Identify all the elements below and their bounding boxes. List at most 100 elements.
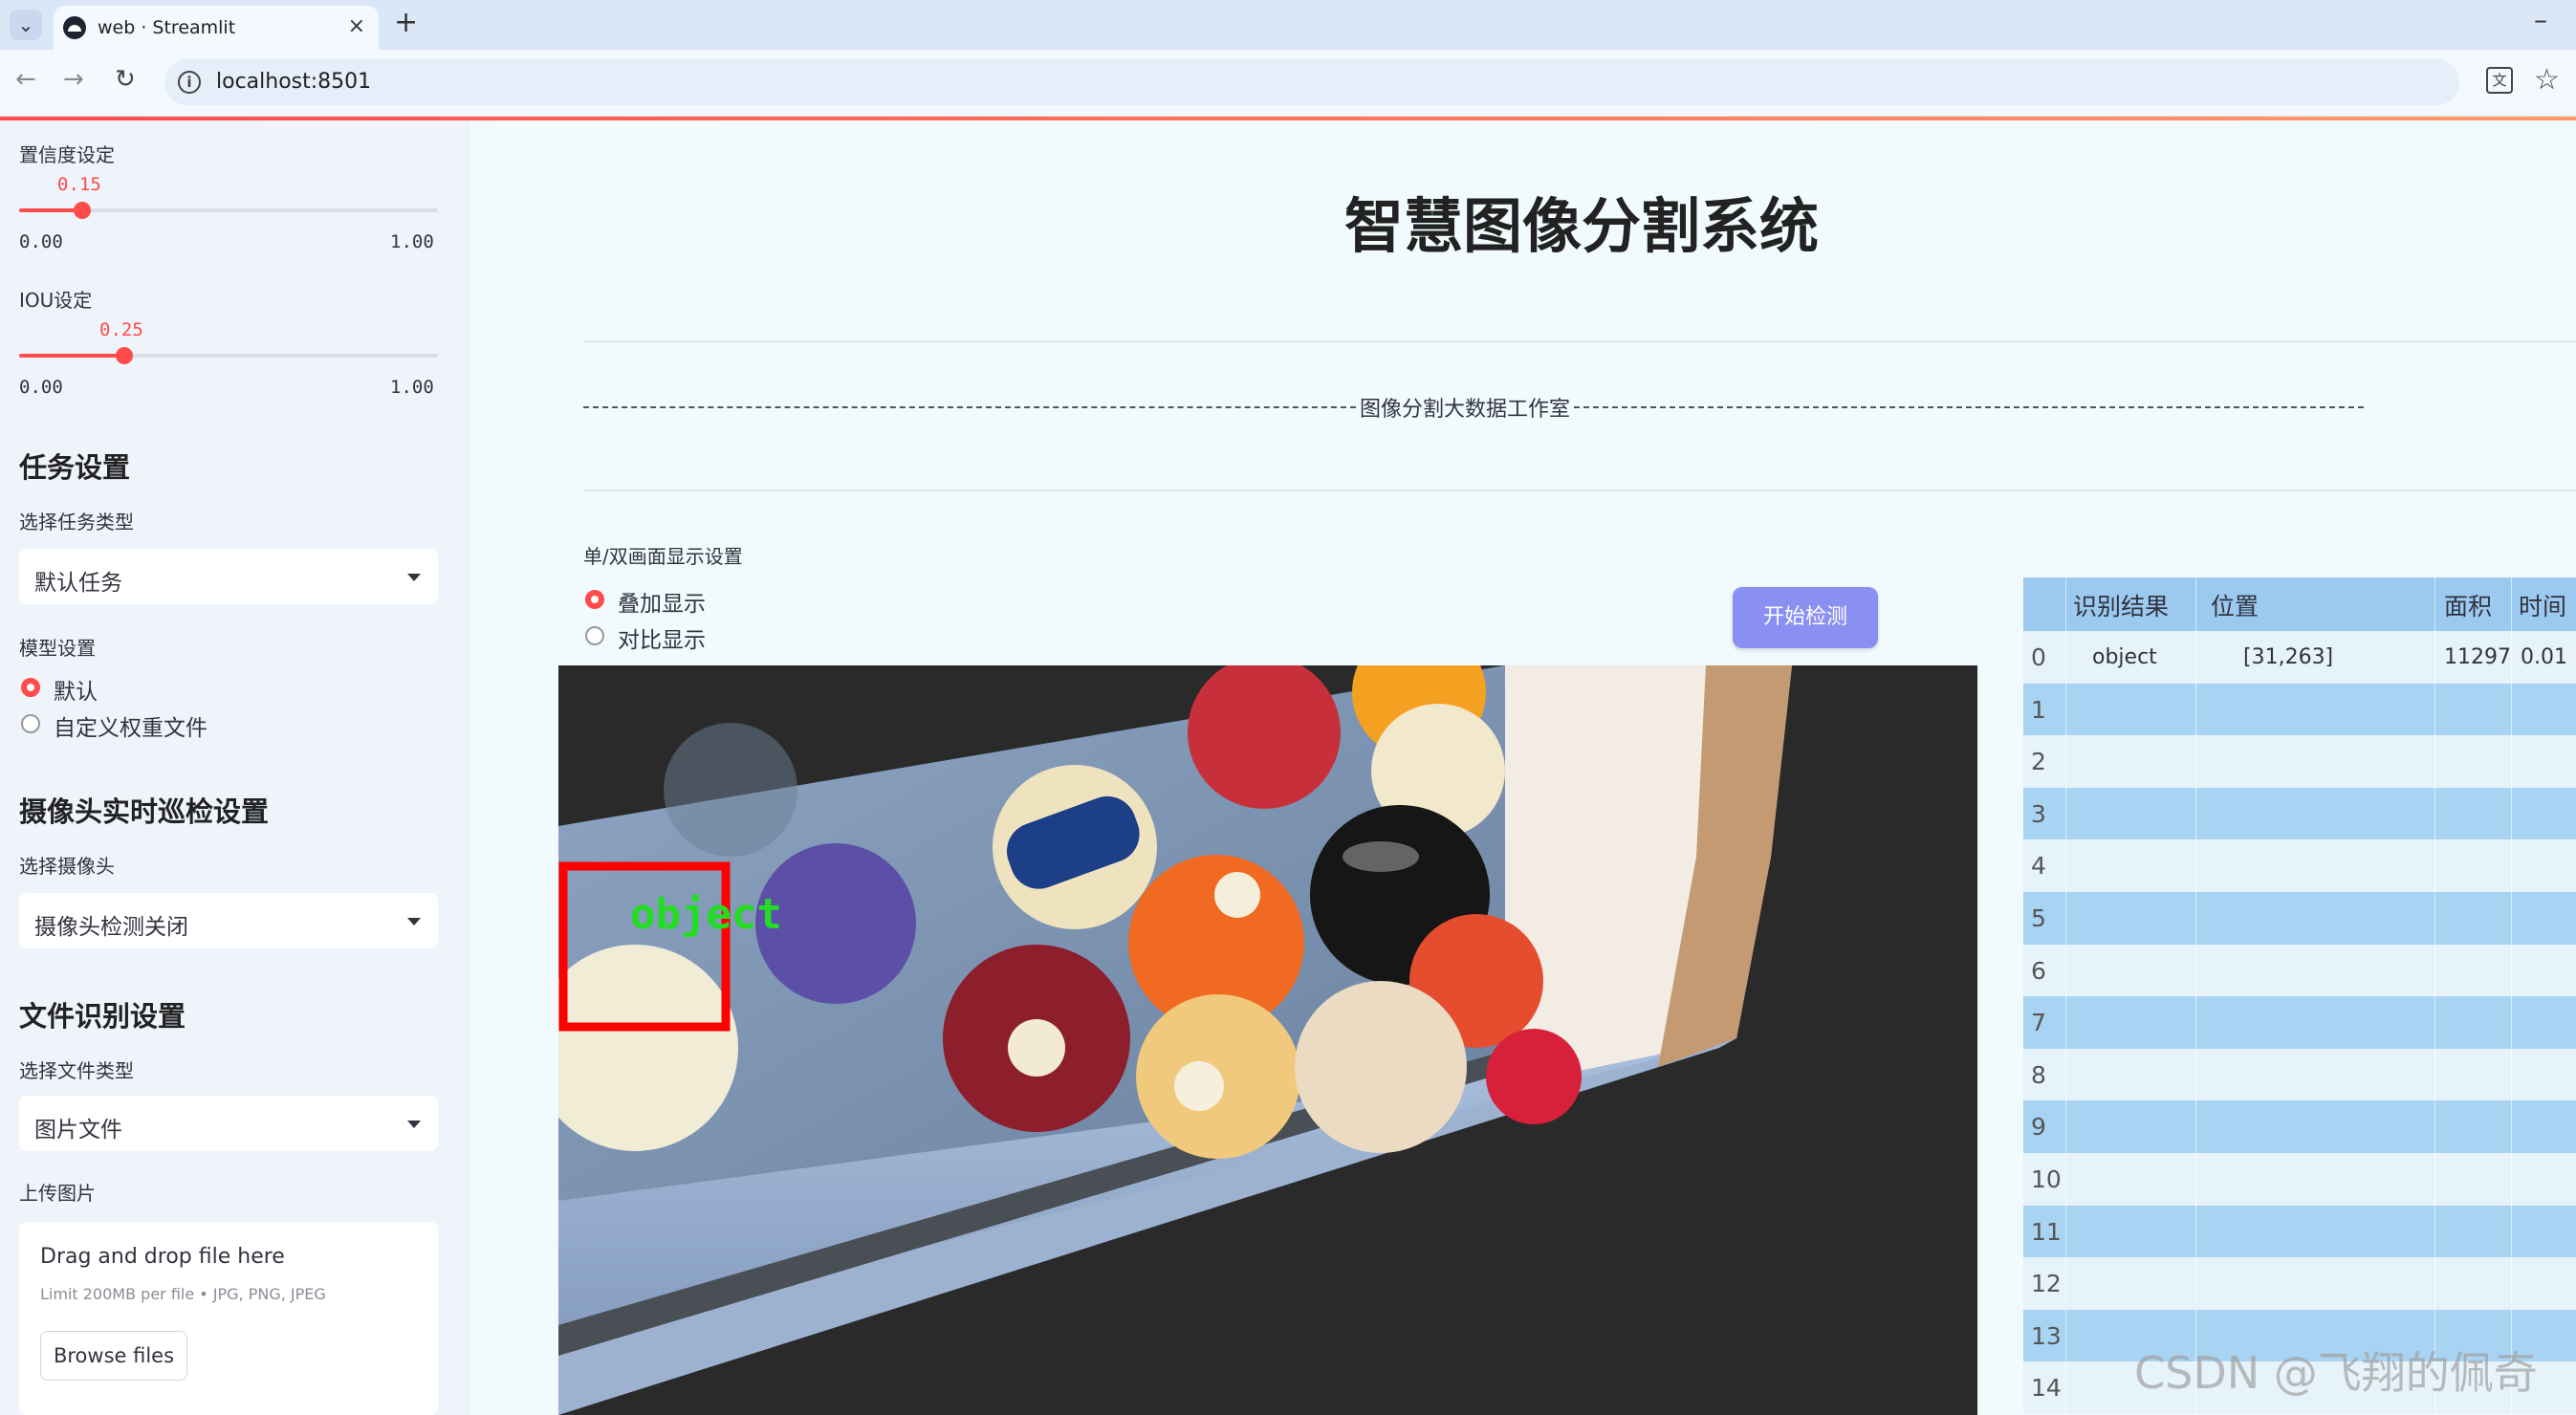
- row-index: 4: [2031, 852, 2046, 881]
- column-divider: [2434, 577, 2435, 1415]
- file-type-select[interactable]: 图片文件: [19, 1096, 438, 1151]
- divider: [583, 490, 2576, 491]
- detection-label: object: [630, 890, 782, 939]
- minimize-icon[interactable]: –: [2534, 4, 2547, 35]
- column-header[interactable]: 时间: [2519, 577, 2566, 631]
- table-row[interactable]: 8: [2023, 1048, 2576, 1101]
- browser-tab-strip: ⌄ web · Streamlit × + –: [0, 0, 2576, 50]
- confidence-slider[interactable]: [19, 202, 438, 219]
- row-index: 0: [2031, 643, 2046, 671]
- detection-result-image: object: [558, 665, 1977, 1415]
- table-row[interactable]: 9: [2023, 1100, 2576, 1154]
- upload-label: 上传图片: [19, 1182, 96, 1205]
- table-row[interactable]: 0 object [31,263] 11297 0.01: [2023, 631, 2576, 684]
- cell-position: [31,263]: [2243, 645, 2334, 669]
- cell-time: 0.01: [2521, 645, 2567, 669]
- task-type-label: 选择任务类型: [19, 511, 134, 533]
- model-settings-label: 模型设置: [19, 637, 96, 660]
- column-header[interactable]: 识别结果: [2073, 577, 2169, 631]
- chevron-down-icon: [407, 918, 421, 925]
- row-index: 10: [2031, 1165, 2062, 1193]
- table-row[interactable]: 7: [2023, 996, 2576, 1050]
- display-mode-label: 单/双画面显示设置: [583, 545, 743, 568]
- iou-max: 1.00: [390, 377, 434, 398]
- back-icon[interactable]: ←: [15, 65, 36, 94]
- camera-select[interactable]: 摄像头检测关闭: [19, 893, 438, 948]
- confidence-slider-fill: [19, 208, 82, 212]
- divider: [583, 340, 2576, 342]
- table-row[interactable]: 12: [2023, 1257, 2576, 1311]
- sidebar: 置信度设定 0.15 0.00 1.00 IOU设定 0.25 0.00 1.0…: [0, 120, 470, 1415]
- url-input[interactable]: i localhost:8501: [164, 59, 2459, 105]
- reload-icon[interactable]: ↻: [115, 65, 136, 94]
- camera-label: 选择摄像头: [19, 855, 115, 878]
- tab-title: web · Streamlit: [98, 17, 236, 38]
- column-divider: [2065, 577, 2066, 1415]
- start-detection-button[interactable]: 开始检测: [1733, 587, 1878, 648]
- row-index: 1: [2031, 695, 2046, 724]
- column-divider: [2195, 577, 2196, 1415]
- row-index: 13: [2031, 1321, 2062, 1350]
- radio-selected-icon[interactable]: [21, 678, 40, 697]
- column-header[interactable]: 位置: [2211, 577, 2259, 631]
- confidence-slider-thumb[interactable]: [73, 202, 91, 219]
- chevron-down-icon: [407, 574, 421, 581]
- dash-line: [1574, 406, 2365, 408]
- browser-tab[interactable]: web · Streamlit ×: [54, 6, 379, 50]
- cell-area: 11297: [2444, 645, 2511, 669]
- table-row[interactable]: 6: [2023, 944, 2576, 997]
- url-text[interactable]: localhost:8501: [216, 70, 371, 94]
- dropzone-title: Drag and drop file here: [40, 1245, 285, 1269]
- file-dropzone[interactable]: Drag and drop file here Limit 200MB per …: [19, 1222, 438, 1415]
- iou-min: 0.00: [19, 377, 63, 398]
- confidence-value: 0.15: [57, 174, 101, 195]
- display-option-label: 叠加显示: [618, 592, 706, 617]
- table-row[interactable]: 4: [2023, 839, 2576, 893]
- translate-icon[interactable]: 文: [2486, 67, 2513, 94]
- row-index: 5: [2031, 904, 2046, 932]
- table-row[interactable]: 5: [2023, 892, 2576, 945]
- table-row[interactable]: 11: [2023, 1205, 2576, 1258]
- confidence-label: 置信度设定: [19, 143, 115, 166]
- confidence-min: 0.00: [19, 231, 63, 252]
- radio-selected-icon[interactable]: [585, 590, 604, 609]
- row-index: 8: [2031, 1060, 2046, 1089]
- iou-slider-thumb[interactable]: [115, 347, 133, 364]
- file-type-label: 选择文件类型: [19, 1059, 134, 1082]
- table-row[interactable]: 3: [2023, 787, 2576, 840]
- row-index: 12: [2031, 1270, 2062, 1298]
- streamlit-favicon: [63, 16, 86, 39]
- table-row[interactable]: 10: [2023, 1153, 2576, 1206]
- tab-list-icon[interactable]: ⌄: [10, 10, 42, 40]
- banner-text: 图像分割大数据工作室: [1360, 398, 1571, 422]
- info-icon[interactable]: i: [178, 71, 201, 94]
- star-icon[interactable]: ☆: [2534, 63, 2560, 97]
- watermark: CSDN @飞翔的佩奇: [2134, 1347, 2538, 1399]
- banner: 图像分割大数据工作室: [583, 388, 2576, 426]
- forward-icon[interactable]: →: [63, 65, 84, 94]
- chevron-down-icon: [407, 1121, 421, 1128]
- camera-settings-header: 摄像头实时巡检设置: [19, 795, 270, 828]
- model-option-label: 默认: [54, 680, 98, 705]
- iou-label: IOU设定: [19, 289, 93, 312]
- column-header[interactable]: 面积: [2444, 577, 2492, 631]
- new-tab-button[interactable]: +: [394, 6, 418, 39]
- row-index: 2: [2031, 748, 2046, 776]
- table-row[interactable]: 2: [2023, 735, 2576, 789]
- row-index: 9: [2031, 1113, 2046, 1142]
- iou-slider[interactable]: [19, 347, 438, 364]
- display-option-label: 对比显示: [618, 628, 706, 653]
- confidence-max: 1.00: [390, 231, 434, 252]
- radio-unselected-icon[interactable]: [585, 626, 604, 645]
- row-index: 14: [2031, 1374, 2062, 1403]
- table-row[interactable]: 1: [2023, 683, 2576, 736]
- cell-result: object: [2092, 645, 2157, 669]
- radio-unselected-icon[interactable]: [21, 714, 40, 733]
- task-settings-header: 任务设置: [19, 451, 131, 484]
- table-header: 识别结果 位置 面积 时间: [2023, 577, 2576, 631]
- task-type-select[interactable]: 默认任务: [19, 549, 438, 604]
- browse-files-button[interactable]: Browse files: [40, 1331, 187, 1381]
- column-divider: [2511, 577, 2512, 1415]
- close-tab-icon[interactable]: ×: [348, 14, 365, 38]
- iou-value: 0.25: [99, 319, 143, 340]
